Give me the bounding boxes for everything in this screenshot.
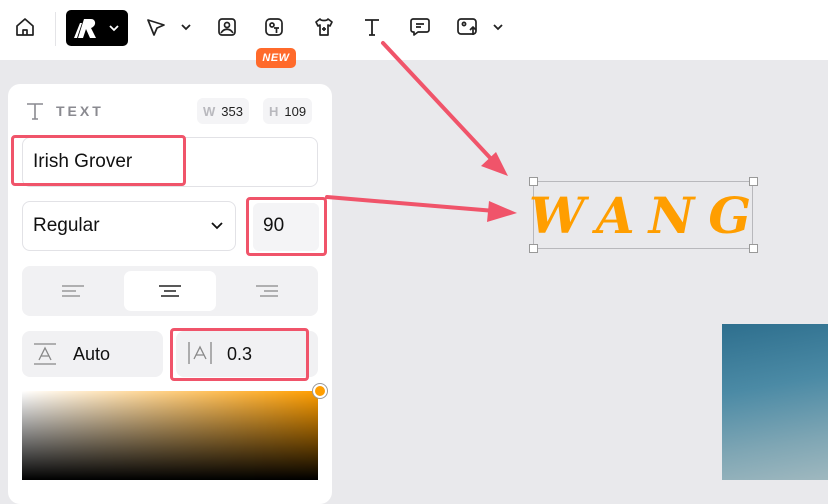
arrow-from-text-tool <box>381 41 508 176</box>
arrow-from-font-size <box>325 195 517 222</box>
annotation-arrows <box>325 41 517 222</box>
